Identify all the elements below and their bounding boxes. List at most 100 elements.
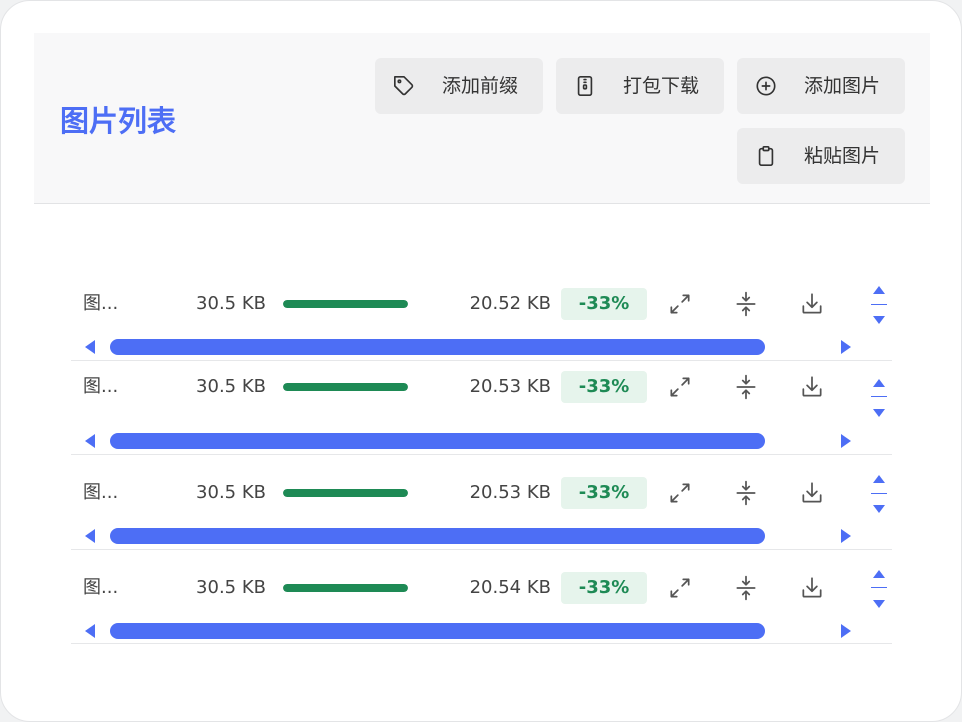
expand-icon: [670, 483, 690, 503]
compress-icon: [736, 575, 756, 600]
image-list-card: 图片列表 添加前缀 打包下载 添加图片 粘贴图片 图... 30.5 KB 20…: [0, 0, 962, 722]
image-row: 图... 30.5 KB 20.53 KB -33%: [71, 455, 892, 550]
compression-progress-fill: [283, 583, 408, 592]
add-prefix-label: 添加前缀: [442, 75, 519, 97]
scroll-right-icon[interactable]: [841, 433, 851, 448]
sort-up-icon[interactable]: [873, 475, 885, 483]
compress-button[interactable]: [733, 575, 759, 601]
expand-button[interactable]: [667, 291, 693, 317]
list-header: 图片列表 添加前缀 打包下载 添加图片 粘贴图片: [34, 33, 930, 204]
tag-icon: [394, 76, 414, 96]
sort-control: [869, 568, 889, 608]
compress-button[interactable]: [733, 374, 759, 400]
scrollbar-thumb[interactable]: [110, 528, 765, 544]
sort-up-icon[interactable]: [873, 569, 885, 578]
download-icon: [802, 482, 822, 503]
sort-divider: [871, 303, 887, 305]
image-name: 图...: [83, 576, 119, 598]
horizontal-scrollbar[interactable]: [71, 339, 892, 355]
scroll-left-icon[interactable]: [85, 340, 95, 354]
compression-progress-fill: [283, 382, 408, 391]
pack-download-label: 打包下载: [623, 75, 700, 97]
expand-button[interactable]: [667, 480, 693, 506]
file-zip-icon: [577, 76, 593, 96]
scroll-left-icon[interactable]: [85, 529, 95, 543]
expand-icon: [670, 577, 690, 598]
pack-download-button[interactable]: 打包下载: [556, 58, 724, 114]
sort-control: [869, 377, 889, 417]
compression-ratio-badge: -33%: [561, 370, 647, 403]
scrollbar-thumb[interactable]: [110, 432, 765, 449]
plus-circle-icon: [756, 76, 776, 96]
scroll-right-icon[interactable]: [841, 623, 851, 638]
expand-icon: [670, 376, 690, 397]
download-icon: [802, 375, 822, 397]
scroll-right-icon[interactable]: [841, 529, 851, 543]
scroll-right-icon[interactable]: [841, 340, 851, 354]
sort-divider: [871, 587, 887, 588]
compress-icon: [736, 480, 756, 506]
sort-divider: [871, 492, 887, 494]
add-image-label: 添加图片: [804, 75, 881, 97]
compression-progress-fill: [283, 300, 408, 308]
compression-ratio-badge: -33%: [561, 477, 647, 509]
image-row: 图... 30.5 KB 20.54 KB -33%: [71, 550, 892, 644]
image-name: 图...: [83, 293, 119, 314]
compress-icon: [736, 374, 756, 399]
original-size: 30.5 KB: [196, 293, 266, 314]
sort-up-icon[interactable]: [873, 378, 885, 387]
compression-ratio-badge: -33%: [561, 571, 647, 604]
expand-button[interactable]: [667, 575, 693, 601]
download-icon: [802, 576, 822, 598]
sort-divider: [871, 396, 887, 397]
toolbar: 添加前缀 打包下载 添加图片 粘贴图片: [375, 58, 905, 184]
horizontal-scrollbar[interactable]: [71, 528, 892, 544]
download-button[interactable]: [799, 480, 825, 506]
sort-up-icon[interactable]: [873, 286, 885, 294]
compress-button[interactable]: [733, 480, 759, 506]
image-name: 图...: [83, 482, 119, 503]
compress-button[interactable]: [733, 291, 759, 317]
download-button[interactable]: [799, 291, 825, 317]
expand-button[interactable]: [667, 374, 693, 400]
page-title: 图片列表: [60, 104, 177, 138]
image-row: 图... 30.5 KB 20.53 KB -33%: [71, 361, 892, 455]
clipboard-icon: [758, 146, 774, 166]
horizontal-scrollbar[interactable]: [71, 432, 892, 449]
download-button[interactable]: [799, 374, 825, 400]
compression-progress-bar: [283, 382, 408, 391]
original-size: 30.5 KB: [196, 375, 266, 397]
download-icon: [802, 293, 822, 314]
add-image-button[interactable]: 添加图片: [737, 58, 905, 114]
compression-progress-bar: [283, 300, 408, 308]
horizontal-scrollbar[interactable]: [71, 622, 892, 639]
compression-ratio-badge: -33%: [561, 288, 647, 320]
scrollbar-thumb[interactable]: [110, 339, 765, 355]
compressed-size: 20.53 KB: [469, 482, 551, 503]
paste-image-button[interactable]: 粘贴图片: [737, 128, 905, 184]
original-size: 30.5 KB: [196, 482, 266, 503]
compression-progress-fill: [283, 489, 408, 497]
image-row: 图... 30.5 KB 20.52 KB -33%: [71, 266, 892, 361]
compression-progress-bar: [283, 583, 408, 592]
expand-icon: [670, 294, 690, 314]
add-prefix-button[interactable]: 添加前缀: [375, 58, 543, 114]
scroll-left-icon[interactable]: [85, 623, 95, 638]
paste-image-label: 粘贴图片: [804, 145, 881, 167]
download-button[interactable]: [799, 575, 825, 601]
sort-control: [869, 473, 889, 513]
image-name: 图...: [83, 375, 119, 397]
compressed-size: 20.54 KB: [469, 576, 551, 598]
sort-down-icon[interactable]: [873, 316, 885, 324]
sort-down-icon[interactable]: [873, 408, 885, 417]
sort-control: [869, 284, 889, 324]
compress-icon: [736, 291, 756, 317]
compressed-size: 20.53 KB: [469, 375, 551, 397]
compressed-size: 20.52 KB: [469, 293, 551, 314]
compression-progress-bar: [283, 489, 408, 497]
sort-down-icon[interactable]: [873, 505, 885, 513]
scrollbar-thumb[interactable]: [110, 622, 765, 639]
image-list: 图... 30.5 KB 20.52 KB -33% 图... 30.5 KB: [71, 266, 892, 644]
sort-down-icon[interactable]: [873, 599, 885, 608]
scroll-left-icon[interactable]: [85, 433, 95, 448]
